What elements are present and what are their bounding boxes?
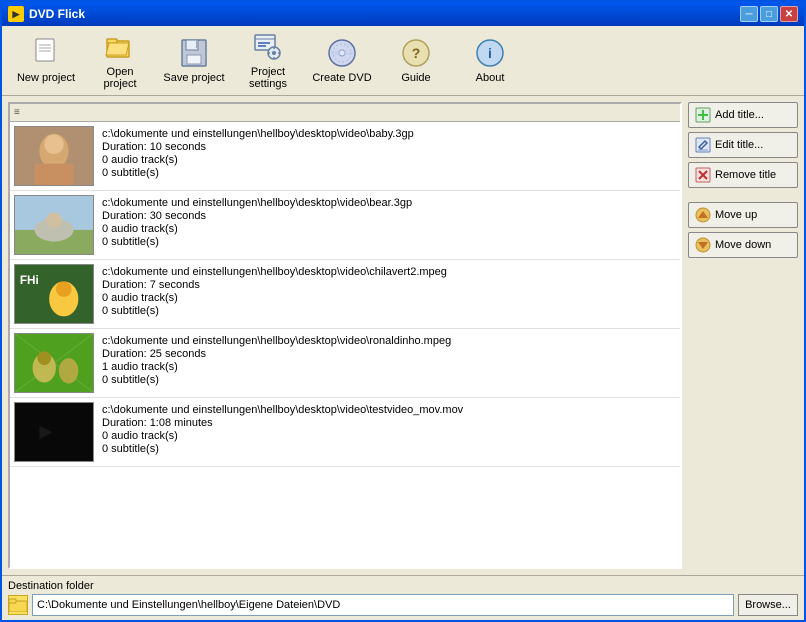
new-project-button[interactable]: New project <box>10 31 82 91</box>
about-button[interactable]: i About <box>454 31 526 91</box>
about-icon: i <box>474 37 506 69</box>
item-path: c:\dokumente und einstellungen\hellboy\d… <box>102 128 676 140</box>
item-path: c:\dokumente und einstellungen\hellboy\d… <box>102 266 676 278</box>
browse-button[interactable]: Browse... <box>738 594 798 616</box>
item-subtitle: 0 subtitle(s) <box>102 305 676 317</box>
item-subtitle: 0 subtitle(s) <box>102 443 676 455</box>
remove-title-button[interactable]: Remove title <box>688 162 798 188</box>
project-settings-button[interactable]: Project settings <box>232 31 304 91</box>
open-project-button[interactable]: Open project <box>84 31 156 91</box>
thumb-baby <box>14 126 94 186</box>
item-path: c:\dokumente und einstellungen\hellboy\d… <box>102 335 676 347</box>
svg-text:▶: ▶ <box>39 421 53 441</box>
up-icon <box>695 207 711 223</box>
maximize-button[interactable]: □ <box>760 6 778 22</box>
edit-icon <box>695 137 711 153</box>
svg-text:?: ? <box>412 45 421 61</box>
thumb-bear <box>14 195 94 255</box>
new-icon <box>30 37 62 69</box>
item-path: c:\dokumente und einstellungen\hellboy\d… <box>102 404 676 416</box>
remove-icon <box>695 167 711 183</box>
content-area: ≡ c:\dokumente und einstellungen\hel <box>2 96 804 575</box>
settings-icon <box>252 31 284 63</box>
add-title-label: Add title... <box>715 109 764 121</box>
main-window: ▶ DVD Flick ─ □ ✕ New project <box>0 0 806 622</box>
edit-title-button[interactable]: Edit title... <box>688 132 798 158</box>
destination-input[interactable] <box>32 594 734 616</box>
move-down-button[interactable]: Move down <box>688 232 798 258</box>
item-info: c:\dokumente und einstellungen\hellboy\d… <box>102 333 676 386</box>
thumb-chilavert: FHi <box>14 264 94 324</box>
item-duration: Duration: 25 seconds <box>102 348 676 360</box>
move-up-button[interactable]: Move up <box>688 202 798 228</box>
list-item[interactable]: c:\dokumente und einstellungen\hellboy\d… <box>10 329 680 398</box>
title-bar: ▶ DVD Flick ─ □ ✕ <box>2 2 804 26</box>
list-item[interactable]: c:\dokumente und einstellungen\hellboy\d… <box>10 122 680 191</box>
move-up-label: Move up <box>715 209 757 221</box>
side-panel: Add title... Edit title... <box>688 102 798 569</box>
destination-label: Destination folder <box>8 580 798 592</box>
new-project-label: New project <box>17 72 75 84</box>
remove-title-label: Remove title <box>715 169 776 181</box>
list-header-icon: ≡ <box>14 107 20 118</box>
item-audio: 0 audio track(s) <box>102 430 676 442</box>
save-icon <box>178 37 210 69</box>
close-button[interactable]: ✕ <box>780 6 798 22</box>
save-project-label: Save project <box>163 72 224 84</box>
title-bar-left: ▶ DVD Flick <box>8 6 85 22</box>
svg-text:FHi: FHi <box>20 274 39 287</box>
item-info: c:\dokumente und einstellungen\hellboy\d… <box>102 195 676 248</box>
item-subtitle: 0 subtitle(s) <box>102 236 676 248</box>
guide-label: Guide <box>401 72 430 84</box>
item-path: c:\dokumente und einstellungen\hellboy\d… <box>102 197 676 209</box>
item-duration: Duration: 7 seconds <box>102 279 676 291</box>
edit-title-label: Edit title... <box>715 139 763 151</box>
app-icon: ▶ <box>8 6 24 22</box>
thumb-testvideo: ▶ <box>14 402 94 462</box>
about-label: About <box>476 72 505 84</box>
dvd-icon <box>326 37 358 69</box>
dest-row: Browse... <box>8 594 798 616</box>
move-down-label: Move down <box>715 239 771 251</box>
add-title-button[interactable]: Add title... <box>688 102 798 128</box>
item-duration: Duration: 10 seconds <box>102 141 676 153</box>
down-icon <box>695 237 711 253</box>
open-icon <box>104 31 136 63</box>
folder-icon <box>8 595 28 615</box>
item-audio: 0 audio track(s) <box>102 223 676 235</box>
item-duration: Duration: 1:08 minutes <box>102 417 676 429</box>
add-icon <box>695 107 711 123</box>
minimize-button[interactable]: ─ <box>740 6 758 22</box>
item-info: c:\dokumente und einstellungen\hellboy\d… <box>102 264 676 317</box>
item-audio: 0 audio track(s) <box>102 292 676 304</box>
toolbar: New project Open project <box>2 26 804 96</box>
item-info: c:\dokumente und einstellungen\hellboy\d… <box>102 402 676 455</box>
list-scroll[interactable]: c:\dokumente und einstellungen\hellboy\d… <box>10 122 680 567</box>
project-settings-label: Project settings <box>237 66 299 90</box>
guide-icon: ? <box>400 37 432 69</box>
list-item[interactable]: FHi c:\dokumente und einstellungen\hellb… <box>10 260 680 329</box>
save-project-button[interactable]: Save project <box>158 31 230 91</box>
side-spacer <box>688 192 798 198</box>
list-panel: ≡ c:\dokumente und einstellungen\hel <box>8 102 682 569</box>
thumb-ronaldinho <box>14 333 94 393</box>
bottom-bar: Destination folder Browse... <box>2 575 804 620</box>
window-title: DVD Flick <box>29 7 85 21</box>
create-dvd-button[interactable]: Create DVD <box>306 31 378 91</box>
item-duration: Duration: 30 seconds <box>102 210 676 222</box>
item-info: c:\dokumente und einstellungen\hellboy\d… <box>102 126 676 179</box>
open-project-label: Open project <box>89 66 151 90</box>
item-audio: 0 audio track(s) <box>102 154 676 166</box>
list-item[interactable]: c:\dokumente und einstellungen\hellboy\d… <box>10 191 680 260</box>
guide-button[interactable]: ? Guide <box>380 31 452 91</box>
title-bar-controls: ─ □ ✕ <box>740 6 798 22</box>
item-audio: 1 audio track(s) <box>102 361 676 373</box>
create-dvd-label: Create DVD <box>312 72 371 84</box>
list-header: ≡ <box>10 104 680 122</box>
list-item[interactable]: ▶ c:\dokumente und einstellungen\hellboy… <box>10 398 680 467</box>
item-subtitle: 0 subtitle(s) <box>102 374 676 386</box>
item-subtitle: 0 subtitle(s) <box>102 167 676 179</box>
svg-text:i: i <box>488 45 492 61</box>
